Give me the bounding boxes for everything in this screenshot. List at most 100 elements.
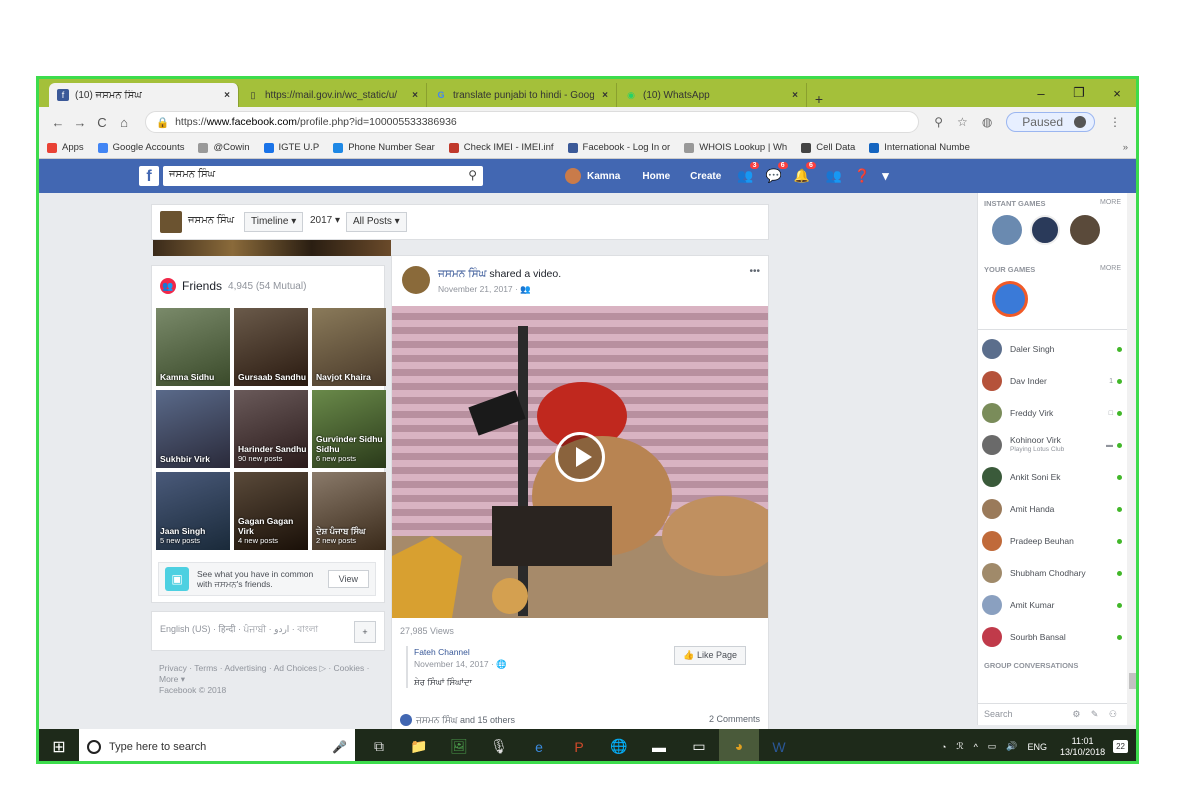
zoom-icon[interactable]: ⚲ <box>934 115 943 129</box>
bookmark-item[interactable]: Google Accounts <box>97 142 184 153</box>
friend-tile[interactable]: ਦੇਸ਼ ਪੰਜਾਬ ਸਿੰਘ 2 new posts <box>312 472 386 550</box>
scrollbar[interactable] <box>1127 193 1136 725</box>
tray-icon[interactable]: ENG <box>1028 742 1048 752</box>
bookmark-item[interactable]: International Numbe <box>869 142 970 153</box>
footer-links[interactable]: Privacy · Terms · Advertising · Ad Choic… <box>159 663 379 685</box>
friend-tile[interactable]: Gurvinder Sidhu Sidhu 6 new posts <box>312 390 386 468</box>
taskbar-app-icon[interactable]: ⧉ <box>359 738 399 755</box>
game-thumbnail[interactable] <box>1070 215 1100 245</box>
contact-row[interactable]: Dav Inder 1 <box>982 369 1122 393</box>
bookmark-item[interactable]: Facebook - Log In or <box>567 142 670 153</box>
timeline-dropdown[interactable]: Timeline ▾ <box>244 212 304 232</box>
taskbar-app-icon[interactable]: 📁 <box>399 738 439 755</box>
bookmark-item[interactable]: Check IMEI - IMEI.inf <box>448 142 554 153</box>
friend-tile[interactable]: Jaan Singh 5 new posts <box>156 472 230 550</box>
taskbar-app-icon[interactable]: 🖼 <box>439 738 479 755</box>
tray-icon[interactable]: 🔊 <box>1006 741 1017 752</box>
taskbar-app-icon[interactable]: ▭ <box>679 738 719 755</box>
bookmark-item[interactable]: Phone Number Sear <box>333 142 435 153</box>
source-date[interactable]: November 14, 2017 · 🌐 <box>414 658 507 670</box>
restore-button[interactable]: ❐ <box>1060 85 1098 101</box>
facebook-logo-icon[interactable]: f <box>139 166 159 186</box>
taskbar-app-icon[interactable]: ◕ <box>719 729 759 761</box>
contact-row[interactable]: Sourbh Bansal <box>982 625 1122 649</box>
post-author-avatar[interactable] <box>402 266 430 294</box>
contact-row[interactable]: Freddy Virk □ <box>982 401 1122 425</box>
friend-requests-icon[interactable]: 👥 3 <box>737 162 760 184</box>
bookmarks-more-icon[interactable]: » <box>1123 142 1128 153</box>
friends-title[interactable]: Friends <box>182 279 222 293</box>
scrollbar-thumb[interactable] <box>1129 673 1136 689</box>
menu-icon[interactable]: ⋮ <box>1109 115 1121 129</box>
bookmark-item[interactable]: Cell Data <box>801 142 855 153</box>
back-icon[interactable]: ← <box>47 115 69 130</box>
start-button-icon[interactable]: ⊞ <box>39 737 79 757</box>
contact-row[interactable]: Amit Kumar <box>982 593 1122 617</box>
clock[interactable]: 11:01 13/10/2018 <box>1060 736 1105 758</box>
bookmark-item[interactable]: Apps <box>47 142 84 153</box>
chat-search-input[interactable]: Search ⚙ ✎ ⚇ <box>977 703 1127 725</box>
friend-tile[interactable]: Sukhbir Virk <box>156 390 230 468</box>
tab-close-icon[interactable]: × <box>412 90 418 101</box>
facebook-search-input[interactable]: ਜਸਮਨ ਸਿੰਘ ⚲ <box>163 166 483 186</box>
contact-row[interactable]: Daler Singh <box>982 337 1122 361</box>
friend-tile[interactable]: Navjot Khaira <box>312 308 386 386</box>
contact-row[interactable]: Ankit Soni Ek <box>982 465 1122 489</box>
game-thumbnail[interactable] <box>992 281 1028 317</box>
extension-icon[interactable]: ◍ <box>982 115 992 129</box>
post-author[interactable]: ਜਸਮਨ ਸਿੰਘ <box>438 268 486 280</box>
play-button[interactable] <box>555 432 605 482</box>
taskbar-app-icon[interactable]: W <box>759 739 799 755</box>
tab-google-translate[interactable]: G translate punjabi to hindi - Goog × <box>427 83 617 107</box>
view-button[interactable]: View <box>327 570 369 588</box>
game-thumbnail[interactable] <box>992 215 1022 245</box>
tab-close-icon[interactable]: × <box>224 90 230 101</box>
more-games-link[interactable]: MORE <box>1100 199 1121 206</box>
tab-close-icon[interactable]: × <box>792 90 798 101</box>
create-link[interactable]: Create <box>690 171 721 182</box>
tray-icon[interactable]: ℛ <box>956 741 963 752</box>
contact-row[interactable]: Kohinoor Virk Playing Lotus Club ▬ <box>982 433 1122 457</box>
help-icon[interactable]: ❓ <box>854 168 870 184</box>
friend-tile[interactable]: Gursaab Sandhu <box>234 308 308 386</box>
star-icon[interactable]: ☆ <box>957 115 968 129</box>
contact-row[interactable]: Shubham Chodhary <box>982 561 1122 585</box>
game-thumbnail[interactable] <box>1030 215 1060 245</box>
year-dropdown[interactable]: 2017 ▾ <box>304 212 347 232</box>
taskbar-app-icon[interactable]: 🌐 <box>599 738 639 755</box>
forward-icon[interactable]: → <box>69 115 91 130</box>
video-player[interactable] <box>392 306 768 618</box>
bookmark-item[interactable]: WHOIS Lookup | Wh <box>684 142 787 153</box>
contact-row[interactable]: Pradeep Beuhan <box>982 529 1122 553</box>
more-your-games-link[interactable]: MORE <box>1100 265 1121 272</box>
notifications-icon[interactable]: 🔔 6 <box>794 162 816 184</box>
notification-center-icon[interactable]: 22 <box>1113 740 1128 753</box>
comments-count[interactable]: 2 Comments <box>709 714 760 724</box>
close-window-button[interactable]: × <box>1098 86 1136 101</box>
post-options-icon[interactable]: ••• <box>749 266 760 277</box>
account-menu-icon[interactable]: ▾ <box>882 168 889 184</box>
bookmark-item[interactable]: IGTE U.P <box>263 142 319 153</box>
microphone-icon[interactable]: 🎤 <box>332 740 347 754</box>
search-icon[interactable]: ⚲ <box>468 168 477 182</box>
contact-row[interactable]: Amit Handa <box>982 497 1122 521</box>
friend-tile[interactable]: Gagan Gagan Virk 4 new posts <box>234 472 308 550</box>
taskbar-app-icon[interactable]: ▬ <box>639 739 679 755</box>
tray-icon[interactable]: ◔ <box>941 742 946 752</box>
bookmark-item[interactable]: @Cowin <box>198 142 250 153</box>
tray-icon[interactable]: ▭ <box>988 741 997 752</box>
profile-avatar[interactable] <box>160 211 182 233</box>
tab-facebook[interactable]: f (10) ਜਸਮਨ ਸਿੰਘ × <box>49 83 239 107</box>
friend-tile[interactable]: Harinder Sandhu 90 new posts <box>234 390 308 468</box>
chat-options-icons[interactable]: ⚙ ✎ ⚇ <box>1072 709 1121 720</box>
minimize-button[interactable]: – <box>1022 86 1060 101</box>
home-link[interactable]: Home <box>642 171 670 182</box>
reload-icon[interactable]: C <box>91 115 113 130</box>
requests-icon[interactable]: 👥 <box>826 168 842 184</box>
like-page-button[interactable]: 👍 Like Page <box>674 646 746 665</box>
tab-close-icon[interactable]: × <box>602 90 608 101</box>
friend-tile[interactable]: Kamna Sidhu <box>156 308 230 386</box>
taskbar-app-icon[interactable]: 🎙 <box>479 738 519 755</box>
post-date[interactable]: November 21, 2017 · 👥 <box>438 284 531 295</box>
user-name-link[interactable]: Kamna <box>587 171 620 182</box>
